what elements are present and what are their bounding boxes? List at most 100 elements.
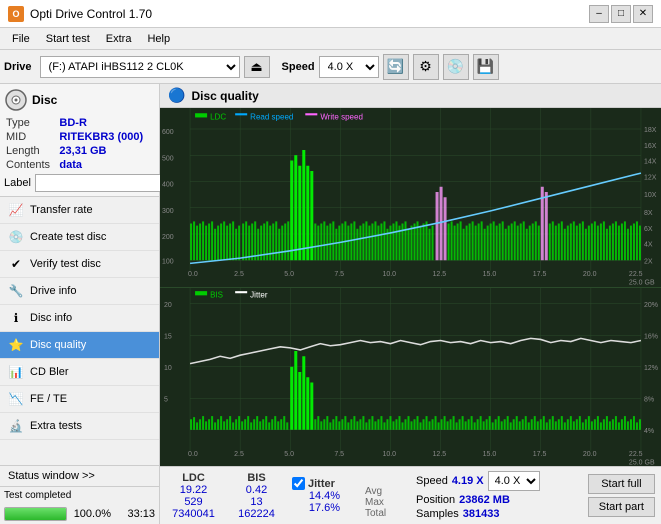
avg-label: Avg: [365, 486, 400, 497]
drive-info-icon: 🔧: [8, 283, 24, 299]
speed-label: Speed: [282, 61, 315, 73]
sidebar-item-transfer-rate[interactable]: 📈 Transfer rate: [0, 197, 159, 224]
status-window-button[interactable]: Status window >>: [0, 466, 159, 487]
eject-button[interactable]: ⏏: [244, 56, 270, 78]
settings-button[interactable]: ⚙: [413, 54, 439, 80]
bottom-chart-svg: BIS Jitter 20 15 10 5 20% 16% 12% 8% 4% …: [160, 288, 661, 467]
svg-text:LDC: LDC: [210, 112, 226, 121]
svg-text:10X: 10X: [644, 191, 657, 199]
cd-bler-icon: 📊: [8, 364, 24, 380]
svg-text:7.5: 7.5: [334, 270, 344, 278]
jitter-checkbox-area: Jitter: [292, 477, 357, 490]
main-layout: Disc Type BD-R MID RITEKBR3 (000) Length…: [0, 84, 661, 524]
menu-help[interactable]: Help: [139, 31, 178, 47]
bis-header: BIS: [229, 472, 284, 484]
ldc-header: LDC: [166, 472, 221, 484]
drive-select[interactable]: (F:) ATAPI iHBS112 2 CL0K: [40, 56, 240, 78]
sidebar-item-create-test-disc[interactable]: 💿 Create test disc: [0, 224, 159, 251]
sidebar-item-extra-tests[interactable]: 🔬 Extra tests: [0, 413, 159, 440]
app-icon: O: [8, 6, 24, 22]
svg-text:Write speed: Write speed: [320, 112, 363, 121]
sidebar-nav: 📈 Transfer rate 💿 Create test disc ✔ Ver…: [0, 197, 159, 465]
sidebar-item-drive-info[interactable]: 🔧 Drive info: [0, 278, 159, 305]
bis-max-value: 13: [229, 496, 284, 508]
sidebar-item-label: Transfer rate: [30, 204, 93, 216]
svg-text:17.5: 17.5: [533, 270, 547, 278]
drive-label: Drive: [4, 61, 32, 73]
sidebar-item-label: Disc info: [30, 312, 72, 324]
position-label: Position: [416, 494, 455, 506]
save-button[interactable]: 💾: [473, 54, 499, 80]
close-button[interactable]: ✕: [633, 5, 653, 23]
title-bar: O Opti Drive Control 1.70 – □ ✕: [0, 0, 661, 28]
menu-extra[interactable]: Extra: [98, 31, 140, 47]
progress-bar-outer: [4, 507, 67, 521]
refresh-button[interactable]: 🔄: [383, 54, 409, 80]
row-labels-column: Avg Max Total: [365, 472, 400, 519]
menu-start-test[interactable]: Start test: [38, 31, 98, 47]
disc-info-icon: ℹ: [8, 310, 24, 326]
sidebar-item-verify-test-disc[interactable]: ✔ Verify test disc: [0, 251, 159, 278]
total-label: Total: [365, 508, 400, 519]
speed-dropdown[interactable]: 4.0 X: [488, 471, 540, 491]
jitter-column: Jitter 14.4% 17.6%: [292, 477, 357, 514]
svg-text:2.5: 2.5: [234, 270, 244, 278]
disc-label-input[interactable]: [35, 174, 173, 192]
start-full-button[interactable]: Start full: [588, 474, 655, 494]
top-chart-svg: LDC Read speed Write speed 600 500 400 3…: [160, 108, 661, 287]
svg-text:22.5: 22.5: [629, 270, 643, 278]
sidebar-item-disc-info[interactable]: ℹ Disc info: [0, 305, 159, 332]
minimize-button[interactable]: –: [589, 5, 609, 23]
svg-text:7.5: 7.5: [334, 449, 344, 457]
progress-percent: 100.0%: [73, 508, 111, 520]
create-test-disc-icon: 💿: [8, 229, 24, 245]
svg-text:Read speed: Read speed: [250, 112, 294, 121]
svg-text:5.0: 5.0: [284, 270, 294, 278]
ldc-total-value: 7340041: [166, 508, 221, 520]
svg-text:10.0: 10.0: [382, 449, 396, 457]
svg-text:100: 100: [162, 257, 174, 265]
svg-text:4X: 4X: [644, 240, 653, 248]
sidebar-item-label: Extra tests: [30, 420, 82, 432]
disc-quality-header-icon: 🔵: [168, 87, 185, 104]
sidebar-item-cd-bler[interactable]: 📊 CD Bler: [0, 359, 159, 386]
disc-label-label: Label: [4, 177, 31, 189]
svg-text:8X: 8X: [644, 209, 653, 217]
svg-text:0.0: 0.0: [188, 270, 198, 278]
verify-test-disc-icon: ✔: [8, 256, 24, 272]
type-label: Type: [4, 116, 57, 130]
svg-text:12.5: 12.5: [433, 270, 447, 278]
maximize-button[interactable]: □: [611, 5, 631, 23]
content-area: 🔵 Disc quality: [160, 84, 661, 524]
menu-file[interactable]: File: [4, 31, 38, 47]
svg-text:0.0: 0.0: [188, 449, 198, 457]
toolbar: Drive (F:) ATAPI iHBS112 2 CL0K ⏏ Speed …: [0, 50, 661, 84]
start-part-button[interactable]: Start part: [588, 497, 655, 517]
app-title: Opti Drive Control 1.70: [30, 7, 589, 21]
progress-container: Test completed: [0, 487, 159, 504]
contents-value: data: [57, 158, 155, 172]
svg-text:6X: 6X: [644, 225, 653, 233]
speed-label: Speed: [416, 475, 448, 487]
disc-quality-header: 🔵 Disc quality: [160, 84, 661, 108]
disc-button[interactable]: 💿: [443, 54, 469, 80]
disc-quality-icon: ⭐: [8, 337, 24, 353]
svg-text:BIS: BIS: [210, 290, 223, 299]
contents-label: Contents: [4, 158, 57, 172]
jitter-checkbox[interactable]: [292, 477, 305, 490]
sidebar-item-fe-te[interactable]: 📉 FE / TE: [0, 386, 159, 413]
ldc-max-value: 529: [166, 496, 221, 508]
disc-quality-title: Disc quality: [191, 89, 258, 103]
bottom-info-panel: LDC 19.22 529 7340041 BIS 0.42 13 162224: [160, 466, 661, 524]
svg-text:5: 5: [164, 395, 168, 403]
ldc-avg-value: 19.22: [166, 484, 221, 496]
top-chart: LDC Read speed Write speed 600 500 400 3…: [160, 108, 661, 288]
bottom-info-row: LDC 19.22 529 7340041 BIS 0.42 13 162224: [166, 471, 655, 520]
status-bar: Status window >> Test completed 100.0% 3…: [0, 465, 159, 524]
svg-text:600: 600: [162, 128, 174, 136]
label-row: Label 🔍: [4, 174, 155, 192]
svg-text:15.0: 15.0: [483, 449, 497, 457]
sidebar-item-disc-quality[interactable]: ⭐ Disc quality: [0, 332, 159, 359]
speed-select[interactable]: 4.0 X: [319, 56, 379, 78]
charts-container: LDC Read speed Write speed 600 500 400 3…: [160, 108, 661, 466]
